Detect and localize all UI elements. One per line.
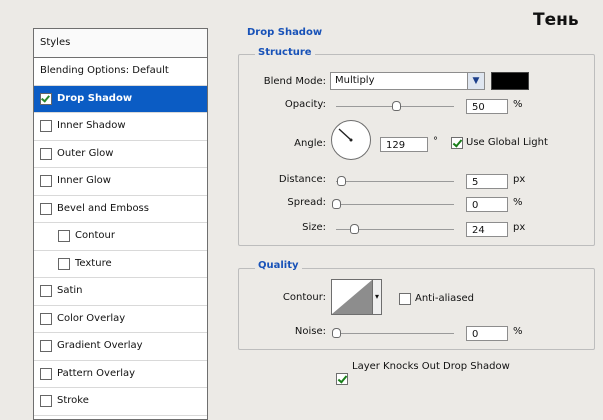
angle-label: Angle: (294, 138, 326, 149)
chevron-down-icon[interactable]: ▼ (467, 73, 484, 89)
distance-slider-thumb[interactable] (337, 176, 346, 186)
style-item-label: Outer Glow (57, 147, 114, 159)
style-item-stroke[interactable]: Stroke (34, 388, 207, 416)
spread-label: Spread: (287, 197, 326, 208)
noise-input[interactable]: 0 (466, 326, 508, 341)
style-item-checkbox[interactable] (58, 257, 70, 270)
noise-slider-thumb[interactable] (332, 328, 341, 338)
style-item-bevel-and-emboss[interactable]: Bevel and Emboss (34, 196, 207, 223)
style-item-gradient-overlay[interactable]: Gradient Overlay (34, 333, 207, 361)
layer-knocks-out-label: Layer Knocks Out Drop Shadow (352, 361, 510, 372)
style-item-label: Drop Shadow (57, 92, 133, 104)
style-item-checkbox[interactable] (40, 395, 52, 408)
use-global-light-checkbox[interactable] (451, 137, 463, 149)
style-item-label: Inner Glow (57, 175, 111, 186)
noise-slider-track[interactable] (336, 333, 454, 334)
style-item-label: Color Overlay (57, 312, 126, 324)
contour-curve (332, 280, 372, 314)
blend-mode-label: Blend Mode: (263, 76, 326, 87)
style-item-label: Inner Shadow (57, 120, 126, 131)
size-label: Size: (302, 222, 326, 233)
style-item-label: Bevel and Emboss (57, 202, 149, 214)
distance-slider-track[interactable] (336, 181, 454, 182)
opacity-unit: % (513, 99, 523, 110)
style-item-checkbox[interactable] (40, 175, 52, 188)
opacity-input[interactable]: 50 (466, 99, 508, 114)
spread-input[interactable]: 0 (466, 197, 508, 212)
distance-input[interactable]: 5 (466, 174, 508, 189)
blend-mode-value: Multiply (335, 75, 375, 86)
style-item-outer-glow[interactable]: Outer Glow (34, 141, 207, 168)
style-item-label: Texture (75, 257, 112, 269)
angle-input[interactable]: 129 (380, 137, 428, 152)
style-item-satin[interactable]: Satin (34, 278, 207, 306)
spread-unit: % (513, 197, 523, 208)
spread-slider-track[interactable] (336, 204, 454, 205)
angle-dial-needle (338, 128, 353, 142)
style-item-label: Satin (57, 285, 83, 296)
noise-label: Noise: (294, 326, 326, 337)
caret-down-icon[interactable]: ▾ (372, 279, 382, 315)
style-item-drop-shadow[interactable]: Drop Shadow (34, 85, 207, 113)
angle-unit: ° (433, 136, 438, 147)
style-item-blending-options-default[interactable]: Blending Options: Default (34, 58, 207, 86)
style-item-checkbox[interactable] (40, 367, 52, 380)
style-item-label: Stroke (57, 395, 89, 406)
blend-mode-select[interactable]: Multiply ▼ (330, 72, 485, 90)
spread-slider-thumb[interactable] (332, 199, 341, 209)
style-item-checkbox[interactable] (40, 340, 52, 353)
contour-preview[interactable] (331, 279, 373, 315)
style-item-contour[interactable]: Contour (34, 223, 207, 251)
style-item-label: Contour (75, 230, 115, 241)
size-slider-thumb[interactable] (350, 224, 359, 234)
style-item-checkbox[interactable] (40, 147, 52, 160)
drop-shadow-title: Drop Shadow (244, 27, 326, 38)
structure-title: Structure (255, 47, 315, 58)
style-item-checkbox[interactable] (58, 230, 70, 243)
use-global-light-label: Use Global Light (466, 137, 548, 148)
anti-aliased-label: Anti-aliased (415, 293, 475, 304)
style-item-checkbox[interactable] (40, 312, 52, 325)
style-item-label: Blending Options: Default (40, 65, 169, 76)
noise-unit: % (513, 326, 523, 337)
size-unit: px (513, 222, 526, 233)
layer-knocks-out-checkbox[interactable] (336, 373, 348, 385)
style-item-checkbox[interactable] (40, 285, 52, 298)
style-item-checkbox[interactable] (40, 120, 52, 133)
angle-dial[interactable] (331, 120, 371, 160)
quality-title: Quality (255, 260, 302, 271)
styles-list: Styles Blending Options: Default Drop Sha… (33, 28, 208, 420)
opacity-slider-thumb[interactable] (392, 101, 401, 111)
style-item-label: Gradient Overlay (57, 340, 143, 351)
anti-aliased-checkbox[interactable] (399, 293, 411, 305)
style-item-checkbox[interactable] (40, 202, 52, 215)
distance-unit: px (513, 174, 526, 185)
style-item-inner-shadow[interactable]: Inner Shadow (34, 113, 207, 141)
quality-group (238, 268, 595, 350)
style-item-color-overlay[interactable]: Color Overlay (34, 306, 207, 333)
style-item-inner-glow[interactable]: Inner Glow (34, 168, 207, 196)
caption-text: Тень (533, 10, 579, 30)
distance-label: Distance: (278, 174, 326, 185)
style-item-texture[interactable]: Texture (34, 251, 207, 278)
style-item-label: Pattern Overlay (57, 367, 136, 379)
opacity-label: Opacity: (284, 99, 326, 110)
style-item-pattern-overlay[interactable]: Pattern Overlay (34, 361, 207, 388)
style-item-checkbox[interactable] (40, 92, 52, 105)
contour-label: Contour: (282, 292, 326, 303)
shadow-color-swatch[interactable] (491, 72, 529, 90)
size-input[interactable]: 24 (466, 222, 508, 237)
styles-header[interactable]: Styles (34, 29, 207, 58)
